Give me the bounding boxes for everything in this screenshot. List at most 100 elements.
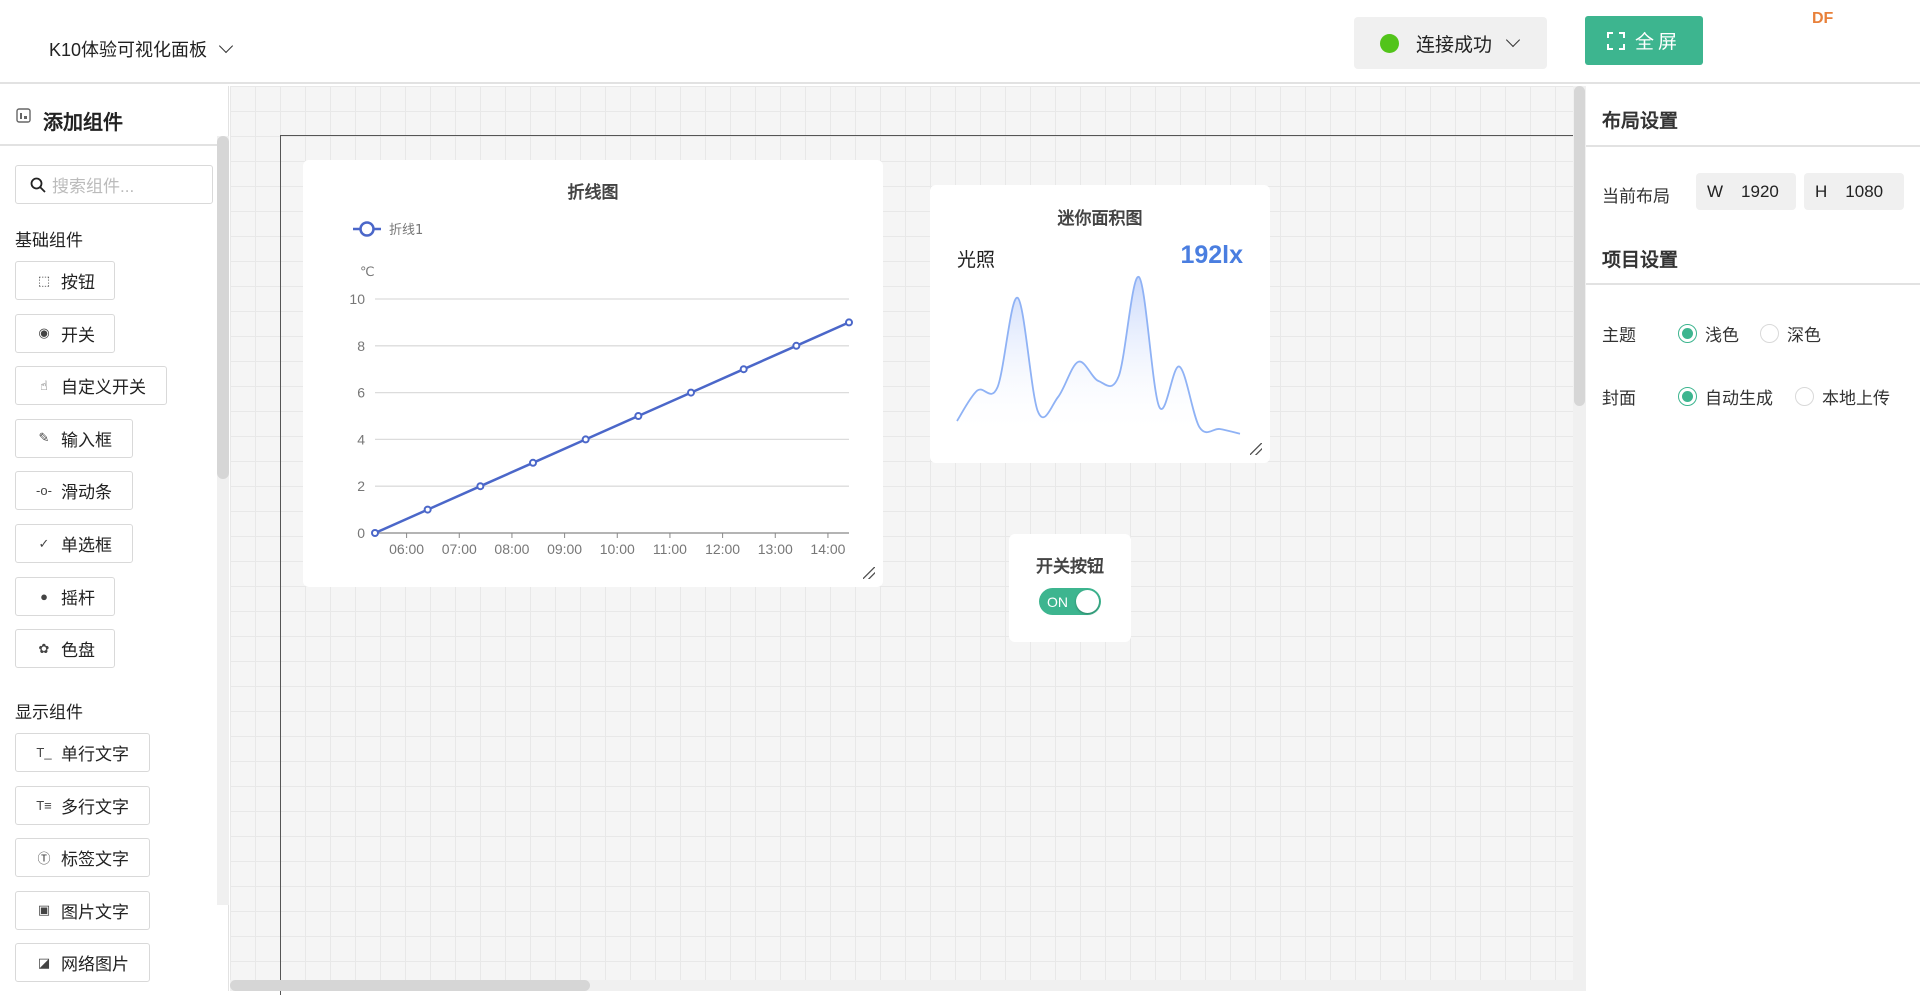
fullscreen-icon <box>1606 31 1625 50</box>
height-value: 1080 <box>1845 181 1884 201</box>
multi-line-text-icon: T≡ <box>36 797 52 813</box>
radio-label: 深色 <box>1787 326 1821 345</box>
data-point <box>581 435 590 444</box>
single-line-text-icon: T_ <box>36 745 52 760</box>
radio-unchecked-icon <box>1795 387 1814 406</box>
x-tick-label: 11:00 <box>653 541 687 557</box>
area-fill <box>957 276 1240 437</box>
y-tick-label: 6 <box>357 385 365 401</box>
component-button-palette[interactable]: ✿ 色盘 <box>15 629 115 669</box>
component-button-image-text[interactable]: ▣ 图片文字 <box>15 890 150 930</box>
data-point <box>845 318 853 327</box>
data-point <box>423 505 432 514</box>
component-button-cursor-click[interactable]: ⬚ 按钮 <box>15 261 115 300</box>
divider <box>1586 145 1920 147</box>
component-button-multi-line-text[interactable]: T≡ 多行文字 <box>15 785 150 825</box>
label-text-icon: Ⓣ <box>37 851 51 867</box>
width-prefix: W <box>1707 181 1724 201</box>
joystick-icon: ● <box>40 588 48 604</box>
radio-label: 本地上传 <box>1822 389 1890 408</box>
component-button-single-line-text[interactable]: T_ 单行文字 <box>15 733 150 772</box>
app-title: K10体验可视化面板 <box>49 40 208 60</box>
dashboard-icon <box>16 108 31 123</box>
component-button-web-image[interactable]: ◪ 网络图片 <box>15 943 150 983</box>
section-basic-label: 基础组件 <box>15 231 83 250</box>
project-selector[interactable]: K10体验可视化面板 <box>49 36 234 62</box>
sidebar-scrollbar-thumb[interactable] <box>217 136 229 479</box>
project-settings-title: 项目设置 <box>1602 250 1679 271</box>
canvas-horizontal-scrollbar-thumb[interactable] <box>230 980 590 991</box>
component-button-label: 色盘 <box>61 641 95 661</box>
chevron-down-icon <box>218 38 234 54</box>
component-button-label: 摇杆 <box>61 588 95 608</box>
component-button-label: 按钮 <box>61 273 95 292</box>
layout-width-field[interactable]: W 1920 <box>1696 173 1796 210</box>
y-tick-label: 0 <box>357 525 365 541</box>
component-button-check-circle[interactable]: ✓ 单选框 <box>15 524 133 563</box>
cover-upload-radio[interactable]: 本地上传 <box>1795 384 1890 409</box>
series-line <box>374 321 850 535</box>
y-tick-label: 8 <box>357 338 365 354</box>
theme-light-radio[interactable]: 浅色 <box>1678 321 1739 346</box>
resize-handle[interactable] <box>1250 443 1262 455</box>
cursor-click-icon: ⬚ <box>37 272 51 288</box>
y-axis-unit: ℃ <box>360 265 375 280</box>
cover-label: 封面 <box>1602 389 1636 408</box>
divider <box>1586 283 1920 285</box>
component-button-label: 多行文字 <box>61 797 129 817</box>
switch-widget[interactable]: 开关按钮 ON <box>1009 534 1131 642</box>
line-chart: 0 2 4 6 8 10 06:00 07:00 08:00 09:00 10:00 11:00 12:… <box>349 221 853 557</box>
switch-state-label: ON <box>1047 593 1068 610</box>
chevron-down-icon <box>1505 32 1521 48</box>
canvas-vertical-scrollbar-thumb[interactable] <box>1574 86 1585 406</box>
component-button-label: 网络图片 <box>61 955 129 975</box>
x-tick-label: 09:00 <box>547 541 582 557</box>
connection-status-button[interactable]: 连接成功 <box>1354 17 1547 69</box>
toggle-icon: ◉ <box>38 325 50 341</box>
switch-toggle[interactable]: ON <box>1039 588 1101 615</box>
component-button-toggle[interactable]: ◉ 开关 <box>15 313 115 353</box>
cover-auto-radio[interactable]: 自动生成 <box>1678 384 1773 409</box>
x-tick-label: 06:00 <box>389 541 424 557</box>
y-tick-label: 4 <box>357 431 365 447</box>
fullscreen-label: 全屏 <box>1634 32 1681 53</box>
data-point <box>634 412 643 420</box>
settings-panel: 布局设置 当前布局 W 1920 H 1080 项目设置 主题 浅色 深色 封面 自… <box>1586 86 1920 991</box>
x-tick-label: 07:00 <box>442 541 477 557</box>
component-button-label: 自定义开关 <box>61 378 146 398</box>
y-tick-label: 2 <box>357 478 365 494</box>
theme-dark-radio[interactable]: 深色 <box>1760 321 1821 346</box>
height-prefix: H <box>1815 181 1828 201</box>
layout-height-field[interactable]: H 1080 <box>1804 173 1904 210</box>
component-button-label: 图片文字 <box>61 902 129 922</box>
hand-pointer-icon: ☝ <box>40 377 48 393</box>
data-point <box>371 529 379 537</box>
line-chart-widget[interactable]: 折线图 0 2 4 6 8 10 06:00 07:00 08:00 09:00 10:00 11:0… <box>303 160 883 587</box>
mini-area-chart <box>956 276 1241 437</box>
component-button-label: 滑动条 <box>61 483 112 503</box>
component-button-hand-pointer[interactable]: ☝ 自定义开关 <box>15 366 167 406</box>
component-sidebar: 添加组件 搜索组件... 基础组件 ⬚ 按钮 ◉ 开关 ☝ 自定义开关 ✎ 输入框 -o- 滑动条… <box>0 86 229 991</box>
component-button-label-text[interactable]: Ⓣ 标签文字 <box>15 838 150 878</box>
resize-handle[interactable] <box>863 567 875 579</box>
x-tick-label: 13:00 <box>758 541 793 557</box>
section-display-label: 显示组件 <box>15 703 83 722</box>
component-button-edit-box[interactable]: ✎ 输入框 <box>15 418 133 458</box>
component-button-label: 单行文字 <box>61 745 129 764</box>
theme-label: 主题 <box>1602 326 1636 345</box>
edit-box-icon: ✎ <box>38 430 50 446</box>
palette-icon: ✿ <box>38 640 50 656</box>
component-button-joystick[interactable]: ● 摇杆 <box>15 576 115 616</box>
component-button-slider[interactable]: -o- 滑动条 <box>15 471 133 511</box>
radio-label: 浅色 <box>1705 326 1739 345</box>
x-tick-label: 14:00 <box>810 541 845 557</box>
data-point <box>687 388 695 397</box>
web-image-icon: ◪ <box>37 954 51 970</box>
current-layout-label: 当前布局 <box>1602 187 1670 206</box>
fullscreen-button[interactable]: 全屏 <box>1585 16 1703 65</box>
data-point <box>739 365 748 374</box>
switch-knob <box>1076 590 1099 613</box>
mini-area-widget[interactable]: 迷你面积图 光照 192lx <box>930 185 1270 463</box>
sidebar-header: 添加组件 <box>0 86 229 146</box>
search-input[interactable]: 搜索组件... <box>15 165 213 204</box>
